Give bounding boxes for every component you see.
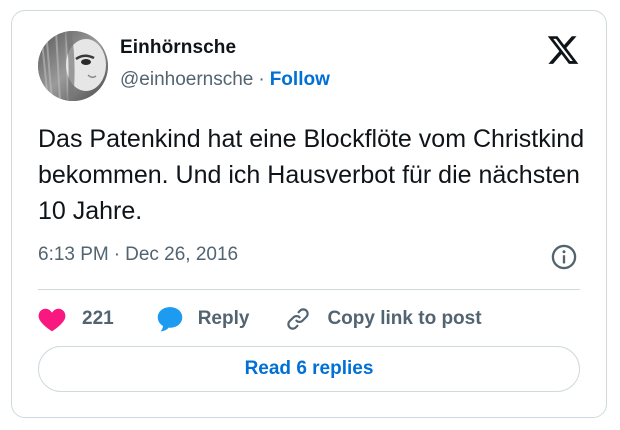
handle-separator: · <box>258 69 265 90</box>
avatar[interactable] <box>38 31 108 101</box>
follow-button[interactable]: Follow <box>270 69 330 90</box>
action-bar: 221 Reply Copy link to post <box>38 301 482 337</box>
x-logo-icon[interactable] <box>546 33 580 67</box>
divider <box>38 289 580 290</box>
reply-label: Reply <box>197 308 250 329</box>
reply-button[interactable]: Reply <box>156 305 250 333</box>
like-count: 221 <box>82 308 114 329</box>
author-display-name[interactable]: Einhörnsche <box>120 37 236 59</box>
heart-icon <box>38 308 66 332</box>
tweet-card[interactable]: Einhörnsche @einhoernsche · Follow Das Pat… <box>11 10 607 418</box>
copy-link-button[interactable]: Copy link to post <box>285 306 482 332</box>
tweet-time[interactable]: 6:13 PM <box>38 244 109 265</box>
link-icon <box>287 308 310 330</box>
tweet-text: Das Patenkind hat eine Blockflöte vom Ch… <box>38 125 585 225</box>
tweet-date[interactable]: Dec 26, 2016 <box>125 244 238 265</box>
speech-bubble-icon <box>157 307 182 332</box>
copy-link-label: Copy link to post <box>327 308 482 329</box>
tweet-meta: 6:13 PM · Dec 26, 2016 <box>38 244 238 266</box>
read-replies-button[interactable]: Read 6 replies <box>38 346 580 392</box>
author-handle[interactable]: @einhoernsche <box>120 69 253 90</box>
avatar-image <box>38 31 108 101</box>
like-button[interactable]: 221 <box>38 306 114 332</box>
meta-separator: · <box>113 244 121 265</box>
info-icon[interactable] <box>550 243 578 271</box>
author-handle-row: @einhoernsche · Follow <box>120 69 330 91</box>
